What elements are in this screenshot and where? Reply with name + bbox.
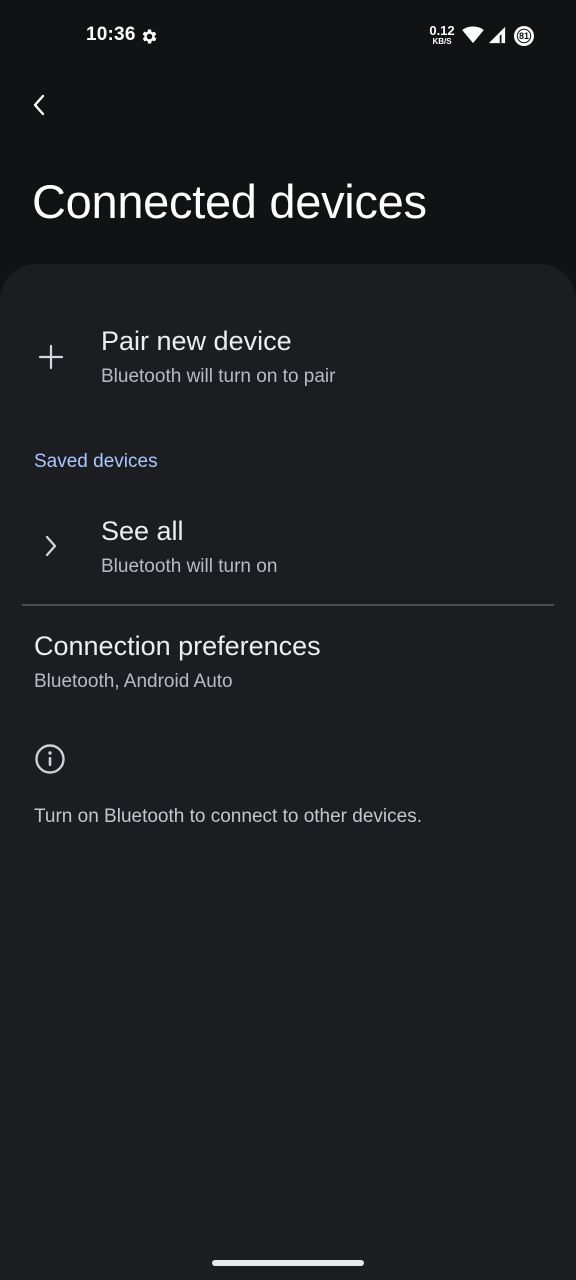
see-all-title: See all	[101, 516, 184, 546]
cell-signal-icon	[488, 26, 506, 44]
status-bar: 10:36 0.12 KB/S 81	[0, 0, 576, 72]
pair-new-device-item[interactable]: Pair new device Bluetooth will turn on t…	[0, 310, 576, 420]
info-icon	[35, 744, 65, 774]
pair-new-device-title: Pair new device	[101, 326, 292, 356]
network-speed-unit: KB/S	[432, 37, 452, 46]
pair-new-device-subtitle: Bluetooth will turn on to pair	[101, 366, 336, 387]
chevron-right-icon	[36, 531, 66, 561]
see-all-subtitle: Bluetooth will turn on	[101, 556, 278, 577]
battery-level: 81	[518, 31, 529, 41]
wifi-icon	[462, 26, 484, 44]
see-all-item[interactable]: See all Bluetooth will turn on	[0, 500, 576, 600]
connection-preferences-title: Connection preferences	[34, 631, 321, 661]
connection-preferences-subtitle: Bluetooth, Android Auto	[34, 671, 233, 692]
settings-gear-icon	[142, 29, 157, 44]
connection-preferences-item[interactable]: Connection preferences Bluetooth, Androi…	[0, 615, 576, 715]
network-speed: 0.12 KB/S	[428, 24, 456, 46]
home-indicator[interactable]	[212, 1260, 364, 1266]
plus-icon	[36, 342, 66, 372]
page-title: Connected devices	[32, 175, 427, 228]
bluetooth-info-text: Turn on Bluetooth to connect to other de…	[34, 806, 422, 827]
chevron-left-icon	[33, 94, 45, 116]
back-button[interactable]	[24, 90, 54, 120]
saved-devices-header: Saved devices	[34, 451, 158, 472]
divider	[22, 604, 554, 606]
network-speed-value: 0.12	[429, 23, 455, 38]
status-time: 10:36	[86, 24, 136, 45]
